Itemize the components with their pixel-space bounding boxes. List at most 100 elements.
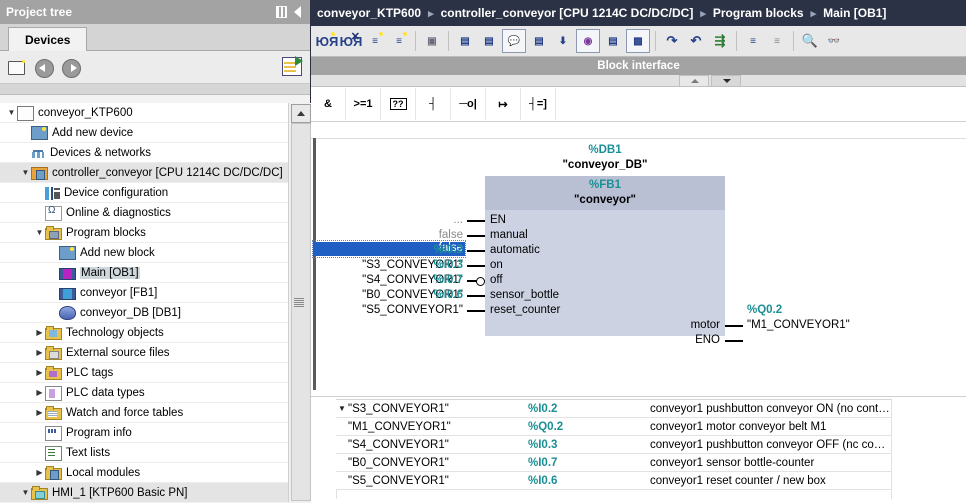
rewire-icon[interactable]: ▤ — [528, 30, 550, 52]
search-icon[interactable]: 🔍 — [799, 30, 821, 52]
insert-branch-2-icon[interactable]: ≡ — [388, 30, 410, 52]
insert-network-icon[interactable]: ЮЯ — [316, 30, 338, 52]
show-hide-absolute-icon[interactable]: ▤ — [454, 30, 476, 52]
forward-jump-icon[interactable]: ↷ — [661, 30, 683, 52]
tree-item-external-source-files[interactable]: ▶ External source files — [0, 343, 288, 363]
tree-item-add-new-device[interactable]: Add new device — [0, 123, 288, 143]
tree-item-text-lists[interactable]: Text lists — [0, 443, 288, 463]
jump-icon[interactable]: ↦ — [486, 88, 521, 120]
output-value-0[interactable]: "M1_CONVEYOR1" — [747, 319, 850, 331]
expand-up-icon[interactable] — [679, 75, 709, 87]
back-icon[interactable] — [35, 57, 55, 78]
input-value-6[interactable]: "S5_CONVEYOR1" — [311, 304, 463, 316]
insert-branch-icon[interactable]: ≡ — [364, 30, 386, 52]
organization-block-icon — [59, 268, 76, 280]
and-box-icon[interactable]: & — [311, 88, 346, 120]
tree-item-local-modules[interactable]: ▶ Local modules — [0, 463, 288, 483]
input-value-0[interactable]: ... — [311, 214, 463, 226]
backward-jump-icon[interactable]: ↶ — [685, 30, 707, 52]
pin-icon[interactable]: ▣ — [421, 30, 443, 52]
input-pin-manual: manual — [490, 229, 528, 241]
delete-network-icon[interactable]: ЮЯ ✕ — [340, 30, 363, 52]
negated-input-circle — [476, 277, 485, 286]
normally-open-contact-icon[interactable]: ┤ — [416, 88, 451, 120]
comments-icon[interactable]: 💬 — [502, 29, 526, 53]
project-icon — [17, 105, 34, 121]
tree-item-controller-conveyor-cpu-1214c-dc-dc-dc[interactable]: ▼ controller_conveyor [CPU 1214C DC/DC/DC… — [0, 163, 288, 183]
tree-item-plc-tags[interactable]: ▶ PLC tags — [0, 363, 288, 383]
tree-item-label: Online & diagnostics — [66, 206, 171, 219]
show-hide-symbolic-icon[interactable]: ▤ — [478, 30, 500, 52]
network-overview-icon[interactable]: ▤ — [602, 30, 624, 52]
project-tree-titlebar: Project tree — [0, 0, 310, 24]
or-box-icon[interactable]: >=1 — [346, 88, 381, 120]
tree-item-online-diagnostics[interactable]: Online & diagnostics — [0, 203, 288, 223]
expand-all-icon[interactable]: ≡ — [742, 30, 764, 52]
tree-item-hmi-1-ktp600-basic-pn[interactable]: ▼ HMI_1 [KTP600 Basic PN] — [0, 483, 288, 502]
empty-box-icon[interactable]: ?? — [381, 88, 416, 120]
tree-item-watch-and-force-tables[interactable]: ▶ Watch and force tables — [0, 403, 288, 423]
expander-closed-icon[interactable]: ▶ — [34, 403, 45, 422]
tree-item-label: Watch and force tables — [66, 406, 184, 419]
normally-closed-contact-icon[interactable]: ─o| — [451, 88, 486, 120]
export-icon[interactable] — [282, 56, 303, 76]
tree-item-device-configuration[interactable]: Device configuration — [0, 183, 288, 203]
tree-item-label: Add new device — [52, 126, 134, 139]
forward-icon[interactable] — [62, 57, 82, 78]
tree-item-conveyor-db-db1[interactable]: conveyor_DB [DB1] — [0, 303, 288, 323]
scroll-track[interactable] — [291, 123, 311, 501]
expander-closed-icon[interactable]: ▶ — [34, 323, 45, 342]
favorites-icon[interactable]: ▩ — [626, 29, 650, 53]
expander-open-icon[interactable]: ▼ — [20, 483, 31, 502]
table-row[interactable]: "S5_CONVEYOR1" %I0.6 conveyor1 reset count… — [336, 472, 891, 490]
download-icon[interactable]: ⬇ — [552, 30, 574, 52]
tree-item-technology-objects[interactable]: ▶ Technology objects — [0, 323, 288, 343]
expander-open-icon[interactable]: ▼ — [34, 223, 45, 242]
tab-devices[interactable]: Devices — [8, 27, 88, 51]
table-row[interactable]: "S4_CONVEYOR1" %I0.3 conveyor1 pushbutton … — [336, 436, 891, 454]
tree-item-conveyor-fb1[interactable]: conveyor [FB1] — [0, 283, 288, 303]
tree-item-label: PLC tags — [66, 366, 114, 379]
expander-open-icon[interactable]: ▼ — [6, 103, 17, 122]
scroll-grip[interactable] — [294, 298, 304, 307]
input-wire-2 — [467, 250, 485, 252]
assignment-coil-icon[interactable]: ┤=] — [521, 88, 556, 120]
tag-name: "B0_CONVEYOR1" — [348, 456, 449, 469]
expander-closed-icon[interactable]: ▶ — [34, 463, 45, 482]
monitoring-on-icon[interactable]: 👓 — [823, 30, 845, 52]
input-pin-EN: EN — [490, 214, 506, 226]
tree-item-devices-networks[interactable]: Devices & networks — [0, 143, 288, 163]
collapse-down-icon[interactable] — [711, 75, 741, 87]
breadcrumb-item-0[interactable]: conveyor_KTP600 — [317, 6, 421, 20]
scroll-up-button[interactable] — [291, 104, 311, 123]
tree-item-program-blocks[interactable]: ▼ Program blocks — [0, 223, 288, 243]
columns-icon[interactable] — [276, 6, 287, 18]
tag-address: %I0.6 — [528, 474, 558, 487]
table-row[interactable]: ▼ "S3_CONVEYOR1" %I0.2 conveyor1 pushbutton… — [336, 400, 891, 418]
table-row[interactable]: "M1_CONVEYOR1" %Q0.2 conveyor1 motor conve… — [336, 418, 891, 436]
expander-closed-icon[interactable]: ▶ — [34, 383, 45, 402]
breadcrumb-item-3[interactable]: Main [OB1] — [823, 6, 886, 20]
hmi-folder-icon — [31, 485, 48, 500]
plc-data-types-icon — [45, 385, 62, 401]
tree-item-plc-data-types[interactable]: ▶ PLC data types — [0, 383, 288, 403]
tree-item-conveyor-ktp600[interactable]: ▼ conveyor_KTP600 — [0, 103, 288, 123]
expander-open-icon[interactable]: ▼ — [336, 404, 348, 413]
tree-item-program-info[interactable]: Program info — [0, 423, 288, 443]
monitor-icon[interactable]: ◉ — [576, 29, 600, 53]
collapse-all-icon[interactable]: ≡ — [766, 30, 788, 52]
table-row[interactable]: "B0_CONVEYOR1" %I0.7 conveyor1 sensor bott… — [336, 454, 891, 472]
expander-closed-icon[interactable]: ▶ — [34, 343, 45, 362]
tree-item-add-new-block[interactable]: Add new block — [0, 243, 288, 263]
output-wire-1 — [725, 340, 743, 342]
tag-comment: conveyor1 pushbutton conveyor ON (no con… — [650, 402, 891, 415]
update-inconsistent-icon[interactable]: ⇶ — [709, 30, 731, 52]
tree-item-main-ob1[interactable]: Main [OB1] — [0, 263, 288, 283]
project-tree-scrollbar[interactable] — [288, 103, 311, 502]
breadcrumb-item-1[interactable]: controller_conveyor [CPU 1214C DC/DC/DC] — [441, 6, 694, 20]
new-folder-icon[interactable] — [8, 57, 28, 77]
expander-open-icon[interactable]: ▼ — [20, 163, 31, 182]
breadcrumb-item-2[interactable]: Program blocks — [713, 6, 804, 20]
collapse-left-icon[interactable] — [294, 6, 301, 18]
expander-closed-icon[interactable]: ▶ — [34, 363, 45, 382]
